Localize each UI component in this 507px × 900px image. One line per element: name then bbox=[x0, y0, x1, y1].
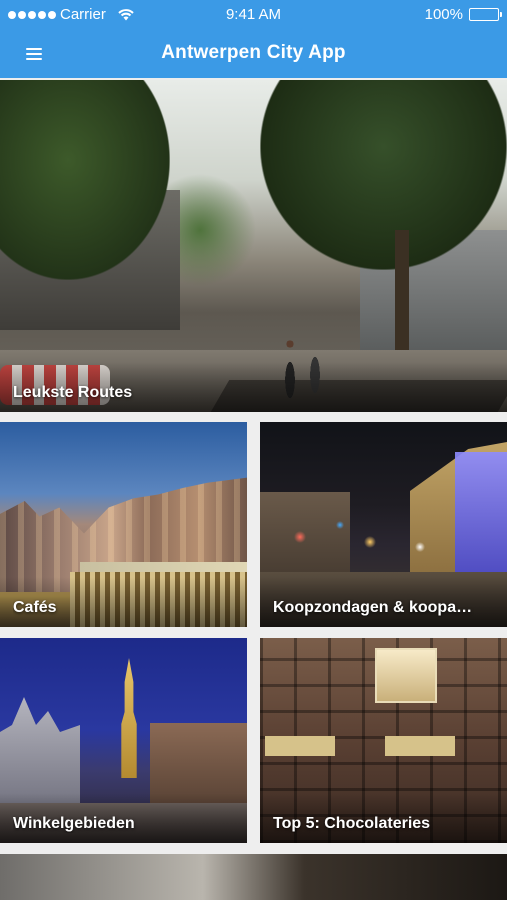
partial-photo bbox=[0, 854, 507, 900]
card-partial-bottom[interactable] bbox=[0, 854, 507, 900]
battery-icon bbox=[469, 8, 502, 21]
card-chocolateries[interactable]: Top 5: Chocolateries bbox=[260, 638, 507, 843]
card-label: Cafés bbox=[13, 599, 57, 616]
card-label: Winkelgebieden bbox=[13, 815, 135, 832]
card-label: Koopzondagen & koopa… bbox=[273, 599, 473, 616]
nav-bar: Antwerpen City App bbox=[0, 30, 507, 78]
card-koopzondagen[interactable]: Koopzondagen & koopa… bbox=[260, 422, 507, 627]
battery-percent: 100% bbox=[424, 6, 463, 23]
card-winkelgebieden[interactable]: Winkelgebieden bbox=[0, 638, 247, 843]
card-cafes[interactable]: Cafés bbox=[0, 422, 247, 627]
card-leukste-routes[interactable]: Leukste Routes bbox=[0, 80, 507, 412]
status-bar: Carrier 9:41 AM 100% bbox=[0, 0, 507, 30]
app-title: Antwerpen City App bbox=[161, 42, 346, 63]
battery-group: 100% bbox=[424, 6, 502, 23]
card-label: Leukste Routes bbox=[13, 384, 133, 401]
card-label: Top 5: Chocolateries bbox=[273, 815, 431, 832]
